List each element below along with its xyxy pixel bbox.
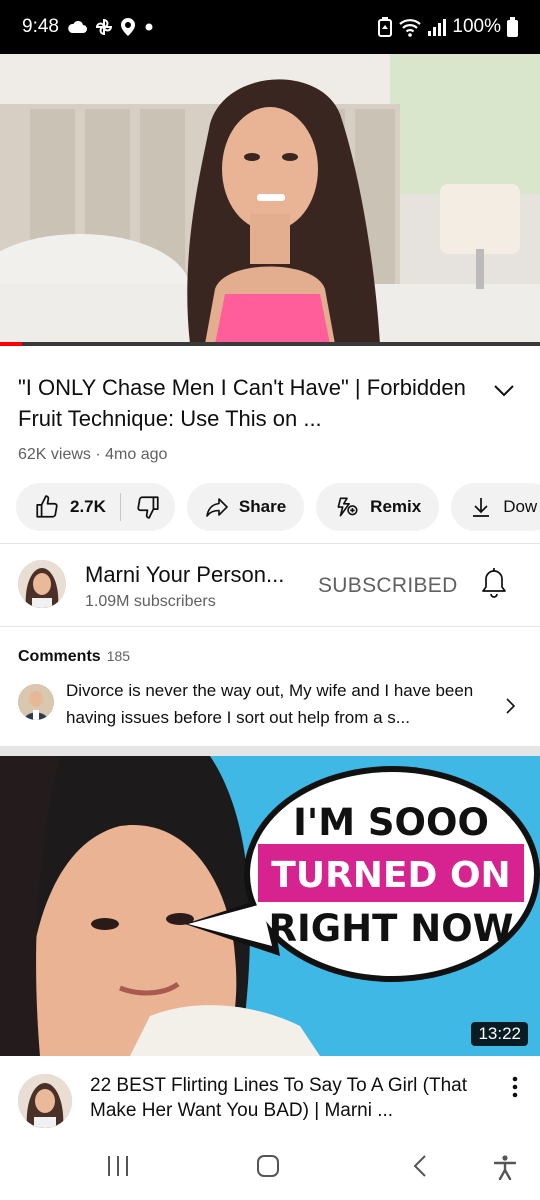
share-button[interactable]: Share [186,483,305,531]
share-icon [206,498,228,517]
subscriber-count: 1.09M subscribers [85,593,216,610]
expand-description-button[interactable] [490,378,518,402]
video-meta: 62K views · 4mo ago [18,446,168,463]
like-dislike-pill: 2.7K [16,483,175,531]
location-icon [120,18,135,36]
back-icon[interactable] [410,1154,430,1178]
thumbnail-caption: I'M SOOO TURNED ON RIGHT NOW [252,796,530,955]
channel-avatar[interactable] [18,560,66,608]
divider [0,543,540,544]
video-frame [0,54,540,344]
download-button[interactable]: Dow [451,483,540,531]
pill-divider [119,493,121,521]
next-video-title[interactable]: 22 BEST Flirting Lines To Say To A Girl … [90,1073,490,1123]
dot-icon [145,23,153,31]
thumb-line-2: TURNED ON [271,855,511,896]
next-channel-avatar[interactable] [18,1074,72,1128]
comments-header: Comments 185 [18,648,522,666]
wifi-icon [399,19,422,37]
chevron-right-icon[interactable] [504,696,518,716]
battery-percent: 100% [452,16,501,37]
more-options-icon[interactable] [512,1076,518,1098]
battery-saver-icon [378,17,393,37]
share-label: Share [238,497,287,516]
chevron-down-icon [494,385,514,397]
progress-bar[interactable] [0,342,540,346]
status-bar: 9:48 100% [0,0,540,54]
video-title-block[interactable]: "I ONLY Chase Men I Can't Have" | Forbid… [18,372,488,434]
remix-icon [337,497,358,517]
remix-label: Remix [370,497,422,516]
top-comment: Divorce is never the way out, My wife an… [66,681,474,727]
status-time: 9:48 [22,16,59,37]
video-title: "I ONLY Chase Men I Can't Have" | Forbid… [18,375,466,431]
home-icon[interactable] [256,1154,280,1178]
action-bar: 2.7K Share Remix Dow [16,483,540,531]
channel-name[interactable]: Marni Your Person... [85,562,284,588]
comments-section[interactable]: Comments 185 Divorce is never the way out… [18,648,522,727]
remix-button[interactable]: Remix [316,483,440,531]
accessibility-icon[interactable] [492,1154,518,1180]
recent-apps-icon[interactable] [106,1154,130,1178]
subscribed-button[interactable]: SUBSCRIBED [318,574,458,598]
pinwheel-icon [95,18,112,36]
battery-icon [507,17,518,37]
thumb-line-1: I'M SOOO [293,801,489,844]
comments-count: 185 [106,648,131,664]
channel-row[interactable]: Marni Your Person... 1.09M subscribers S… [18,560,522,612]
thumb-line-3: RIGHT NOW [268,907,514,950]
divider [0,626,540,627]
bell-icon[interactable] [481,568,507,598]
next-video-thumbnail[interactable]: I'M SOOO TURNED ON RIGHT NOW 13:22 [0,756,540,1056]
download-label: Dow [503,497,538,516]
like-count[interactable]: 2.7K [70,497,106,517]
dislike-icon[interactable] [135,494,161,520]
comments-heading: Comments [18,648,101,665]
commenter-avatar [18,684,54,720]
like-icon[interactable] [34,494,60,520]
video-player[interactable] [0,54,540,344]
cloud-icon [68,20,87,33]
section-separator [0,746,540,756]
download-icon [473,498,490,517]
duration-badge: 13:22 [471,1022,528,1046]
system-nav-bar [0,1138,540,1200]
signal-icon [428,19,447,36]
progress-fill [0,342,22,346]
